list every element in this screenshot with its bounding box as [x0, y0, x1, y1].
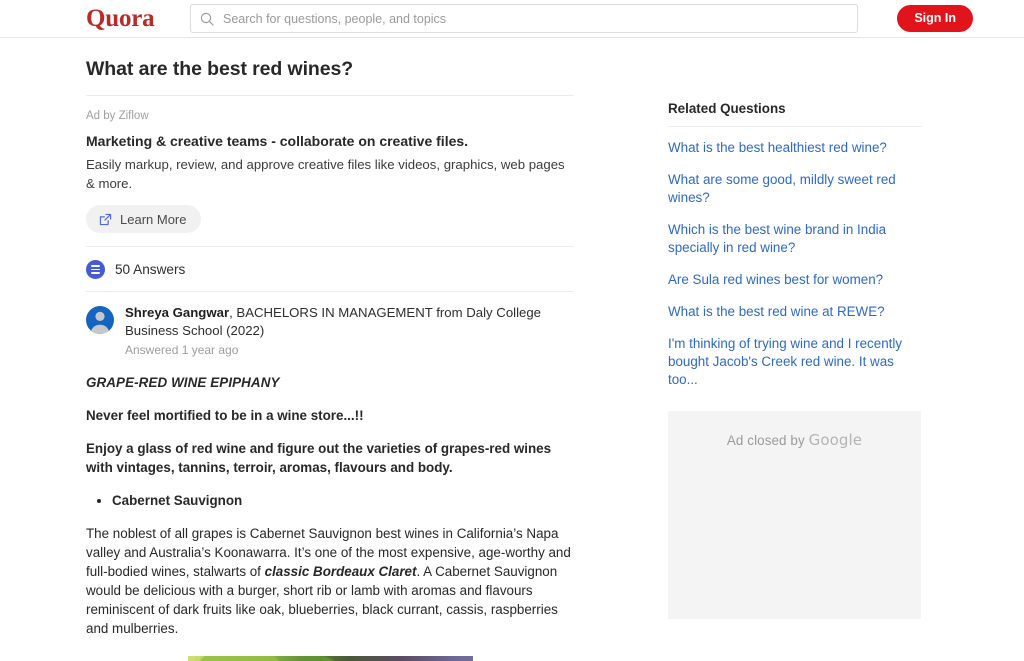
related-question-link-5[interactable]: What is the best red wine at REWE?	[668, 303, 922, 321]
answers-count-label: 50 Answers	[115, 262, 186, 277]
learn-more-label: Learn More	[120, 211, 187, 227]
page-title: What are the best red wines?	[86, 58, 354, 80]
related-question-link-6[interactable]: I'm thinking of trying wine and I recent…	[668, 335, 922, 389]
related-questions-list: What is the best healthiest red wine? Wh…	[668, 139, 922, 389]
author-name[interactable]: Shreya Gangwar	[125, 305, 229, 320]
answer-intro-paragraph: Enjoy a glass of red wine and figure out…	[86, 441, 552, 475]
ad-attribution-label: Ad by Ziflow	[86, 110, 149, 122]
answer-heading: GRAPE-RED WINE EPIPHANY	[86, 375, 280, 390]
related-question-link-1[interactable]: What is the best healthiest red wine?	[668, 139, 922, 157]
grapes-on-vine-photo	[188, 656, 473, 661]
author-info: Shreya Gangwar, BACHELORS IN MANAGEMENT …	[125, 304, 574, 358]
top-navigation-bar: Quora Sign In	[0, 0, 1024, 38]
sign-in-button[interactable]: Sign In	[897, 5, 973, 32]
answer-body: GRAPE-RED WINE EPIPHANY Never feel morti…	[86, 373, 574, 661]
ad-description: Easily markup, review, and approve creat…	[86, 157, 565, 191]
learn-more-button[interactable]: Learn More	[86, 205, 202, 233]
related-questions-heading: Related Questions	[668, 101, 786, 116]
answer-paragraph-emphasis: classic Bordeaux Claret	[264, 564, 417, 579]
answer-paragraph: The noblest of all grapes is Cabernet Sa…	[86, 524, 574, 638]
page-body: What are the best red wines? Ad by Ziflo…	[0, 38, 1024, 661]
search-icon	[200, 12, 214, 26]
answers-list-icon	[86, 260, 105, 279]
ad-headline[interactable]: Marketing & creative teams - collaborate…	[86, 132, 574, 150]
quora-logo[interactable]: Quora	[86, 4, 155, 34]
related-question-link-3[interactable]: Which is the best wine brand in India sp…	[668, 221, 922, 257]
user-avatar-icon[interactable]	[86, 306, 114, 334]
main-content-column: What are the best red wines? Ad by Ziflo…	[86, 38, 574, 661]
related-question-link-2[interactable]: What are some good, mildly sweet red win…	[668, 171, 922, 207]
related-question-link-4[interactable]: Are Sula red wines best for women?	[668, 271, 922, 289]
answer-author-row: Shreya Gangwar, BACHELORS IN MANAGEMENT …	[86, 291, 574, 358]
google-ad-placeholder: Ad closed by Google	[668, 411, 921, 619]
answered-timestamp: Answered 1 year ago	[125, 343, 239, 357]
ad-closed-prefix: Ad closed by	[726, 433, 809, 448]
search-input[interactable]	[221, 5, 848, 32]
answer-image-carousel[interactable]: ‹ ›	[188, 656, 473, 661]
title-divider	[86, 95, 574, 96]
author-credential-line: Shreya Gangwar, BACHELORS IN MANAGEMENT …	[125, 304, 574, 340]
sponsored-ad-block: Ad by Ziflow Marketing & creative teams …	[86, 109, 574, 233]
sidebar: Related Questions What is the best healt…	[668, 38, 922, 619]
answers-count-row[interactable]: 50 Answers	[86, 246, 574, 279]
ad-closed-notice: Ad closed by Google	[727, 431, 862, 619]
list-item: Cabernet Sauvignon	[112, 491, 574, 510]
search-bar[interactable]	[190, 4, 858, 33]
answer-subheading: Never feel mortified to be in a wine sto…	[86, 408, 364, 423]
avatar-silhouette-icon	[90, 311, 110, 334]
external-link-icon	[99, 213, 112, 225]
related-questions-divider	[668, 126, 922, 127]
grape-variety-list: Cabernet Sauvignon	[86, 491, 574, 510]
google-brand-label: Google	[808, 431, 863, 449]
